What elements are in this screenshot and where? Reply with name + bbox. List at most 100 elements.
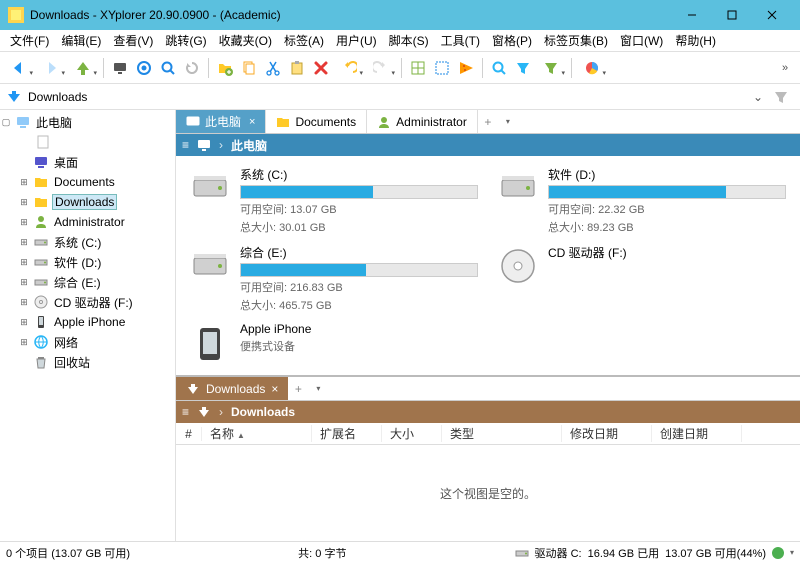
status-bytes: 共: 0 字节 (298, 545, 346, 561)
column-size[interactable]: 大小 (382, 425, 442, 442)
folder-tree[interactable]: ▢ 此电脑 桌面 ⊞ Documents ⊞ Downloads ⊞Administrat… (0, 110, 176, 541)
search-icon[interactable] (157, 57, 179, 79)
chart-icon[interactable]: ▾ (577, 57, 607, 79)
tree-item[interactable]: ⊞ Downloads (0, 192, 175, 212)
menu-panes[interactable]: 窗格(P) (486, 30, 538, 51)
tab-menu-button[interactable]: ▾ (308, 377, 328, 400)
paste-icon[interactable] (286, 57, 308, 79)
column-index[interactable]: # (176, 427, 202, 441)
maximize-button[interactable] (712, 0, 752, 30)
new-tab-button[interactable]: + (478, 110, 498, 133)
new-tab-button[interactable]: + (288, 377, 308, 400)
network-icon (33, 334, 49, 350)
column-modified[interactable]: 修改日期 (562, 425, 652, 442)
filter-icon[interactable] (774, 90, 794, 104)
cut-icon[interactable] (262, 57, 284, 79)
tree-label: Downloads (52, 194, 117, 210)
tree-item[interactable]: ⊞网络 (0, 332, 175, 352)
forward-button[interactable]: ▾ (36, 57, 66, 79)
expander-icon[interactable]: ⊞ (18, 177, 30, 188)
expander-icon[interactable]: ⊞ (18, 197, 30, 208)
status-menu-icon[interactable]: ▾ (790, 548, 794, 557)
menu-user[interactable]: 用户(U) (330, 30, 383, 51)
tab-administrator[interactable]: Administrator (367, 110, 478, 133)
expander-icon[interactable]: ⊞ (18, 317, 30, 328)
upper-breadcrumb[interactable]: ≡ › 此电脑 (176, 134, 800, 156)
tree-item[interactable]: ⊞ Documents (0, 172, 175, 192)
menu-goto[interactable]: 跳转(G) (159, 30, 212, 51)
hamburger-icon[interactable]: ≡ (182, 405, 189, 419)
select-icon[interactable] (431, 57, 453, 79)
tree-item[interactable]: 回收站 (0, 352, 175, 372)
tab-documents[interactable]: Documents (266, 110, 367, 133)
expander-icon[interactable]: ⊞ (18, 237, 30, 248)
tree-item[interactable]: ⊞软件 (D:) (0, 252, 175, 272)
tab-downloads-lower[interactable]: Downloads × (176, 377, 288, 400)
undo-icon[interactable]: ▾ (334, 57, 364, 79)
column-created[interactable]: 创建日期 (652, 425, 742, 442)
copy-icon[interactable] (238, 57, 260, 79)
hamburger-icon[interactable]: ≡ (182, 138, 189, 152)
toolbar-overflow-icon[interactable]: » (774, 57, 796, 79)
menu-favorites[interactable]: 收藏夹(O) (213, 30, 278, 51)
menu-view[interactable]: 查看(V) (107, 30, 159, 51)
up-button[interactable]: ▾ (68, 57, 98, 79)
drive-item[interactable]: 综合 (E:)可用空间: 216.83 GB总大小: 465.75 GB (190, 244, 478, 318)
down-arrow-icon (186, 382, 200, 396)
tab-close-icon[interactable]: × (249, 116, 255, 128)
menu-help[interactable]: 帮助(H) (669, 30, 722, 51)
menu-tags[interactable]: 标签(A) (278, 30, 330, 51)
menu-tabsets[interactable]: 标签页集(B) (538, 30, 614, 51)
column-ext[interactable]: 扩展名 (312, 425, 382, 442)
redo-icon[interactable]: ▾ (366, 57, 396, 79)
filter-green-icon[interactable]: ▾ (536, 57, 566, 79)
tree-item[interactable]: ⊞CD 驱动器 (F:) (0, 292, 175, 312)
menu-scripts[interactable]: 脚本(S) (383, 30, 435, 51)
delete-icon[interactable] (310, 57, 332, 79)
tree-item[interactable] (0, 132, 175, 152)
tree-label: Documents (52, 175, 117, 189)
drive-item[interactable]: 系统 (C:)可用空间: 13.07 GB总大小: 30.01 GB (190, 166, 478, 240)
address-dropdown-icon[interactable]: ⌄ (748, 90, 768, 104)
close-button[interactable] (752, 0, 792, 30)
drive-item[interactable]: Apple iPhone便携式设备 (190, 322, 478, 362)
expander-icon[interactable]: ⊞ (18, 337, 30, 348)
find-icon[interactable] (488, 57, 510, 79)
monitor-icon[interactable] (109, 57, 131, 79)
target-icon[interactable] (133, 57, 155, 79)
breadcrumb-segment[interactable]: Downloads (231, 405, 295, 419)
drive-free: 可用空间: 13.07 GB (240, 201, 478, 217)
tab-this-pc[interactable]: 此电脑 × (176, 110, 266, 133)
expander-icon[interactable]: ⊞ (18, 277, 30, 288)
back-button[interactable]: ▾ (4, 57, 34, 79)
tree-root[interactable]: ▢ 此电脑 (0, 112, 175, 132)
menu-tools[interactable]: 工具(T) (435, 30, 486, 51)
address-text[interactable]: Downloads (28, 90, 742, 104)
column-name[interactable]: 名称▲ (202, 425, 312, 442)
new-folder-icon[interactable] (214, 57, 236, 79)
expander-icon[interactable]: ⊞ (18, 297, 30, 308)
layout-icon[interactable] (407, 57, 429, 79)
tree-item[interactable]: ⊞Administrator (0, 212, 175, 232)
drive-item[interactable]: 软件 (D:)可用空间: 22.32 GB总大小: 89.23 GB (498, 166, 786, 240)
status-used: 16.94 GB 已用 (588, 545, 660, 561)
tree-item[interactable]: ⊞Apple iPhone (0, 312, 175, 332)
column-type[interactable]: 类型 (442, 425, 562, 442)
filter-blue-icon[interactable] (512, 57, 534, 79)
expander-icon[interactable]: ⊞ (18, 257, 30, 268)
tree-item[interactable]: ⊞系统 (C:) (0, 232, 175, 252)
breadcrumb-segment[interactable]: 此电脑 (231, 137, 267, 154)
tab-menu-button[interactable]: ▾ (498, 110, 518, 133)
menu-edit[interactable]: 编辑(E) (55, 30, 107, 51)
pizza-icon[interactable] (455, 57, 477, 79)
drive-item[interactable]: CD 驱动器 (F:) (498, 244, 786, 284)
tree-item[interactable]: 桌面 (0, 152, 175, 172)
tab-close-icon[interactable]: × (271, 382, 278, 396)
lower-breadcrumb[interactable]: ≡ › Downloads (176, 401, 800, 423)
minimize-button[interactable] (672, 0, 712, 30)
expander-icon[interactable]: ⊞ (18, 217, 30, 228)
menu-file[interactable]: 文件(F) (4, 30, 55, 51)
tree-item[interactable]: ⊞综合 (E:) (0, 272, 175, 292)
refresh-icon[interactable] (181, 57, 203, 79)
menu-window[interactable]: 窗口(W) (614, 30, 669, 51)
